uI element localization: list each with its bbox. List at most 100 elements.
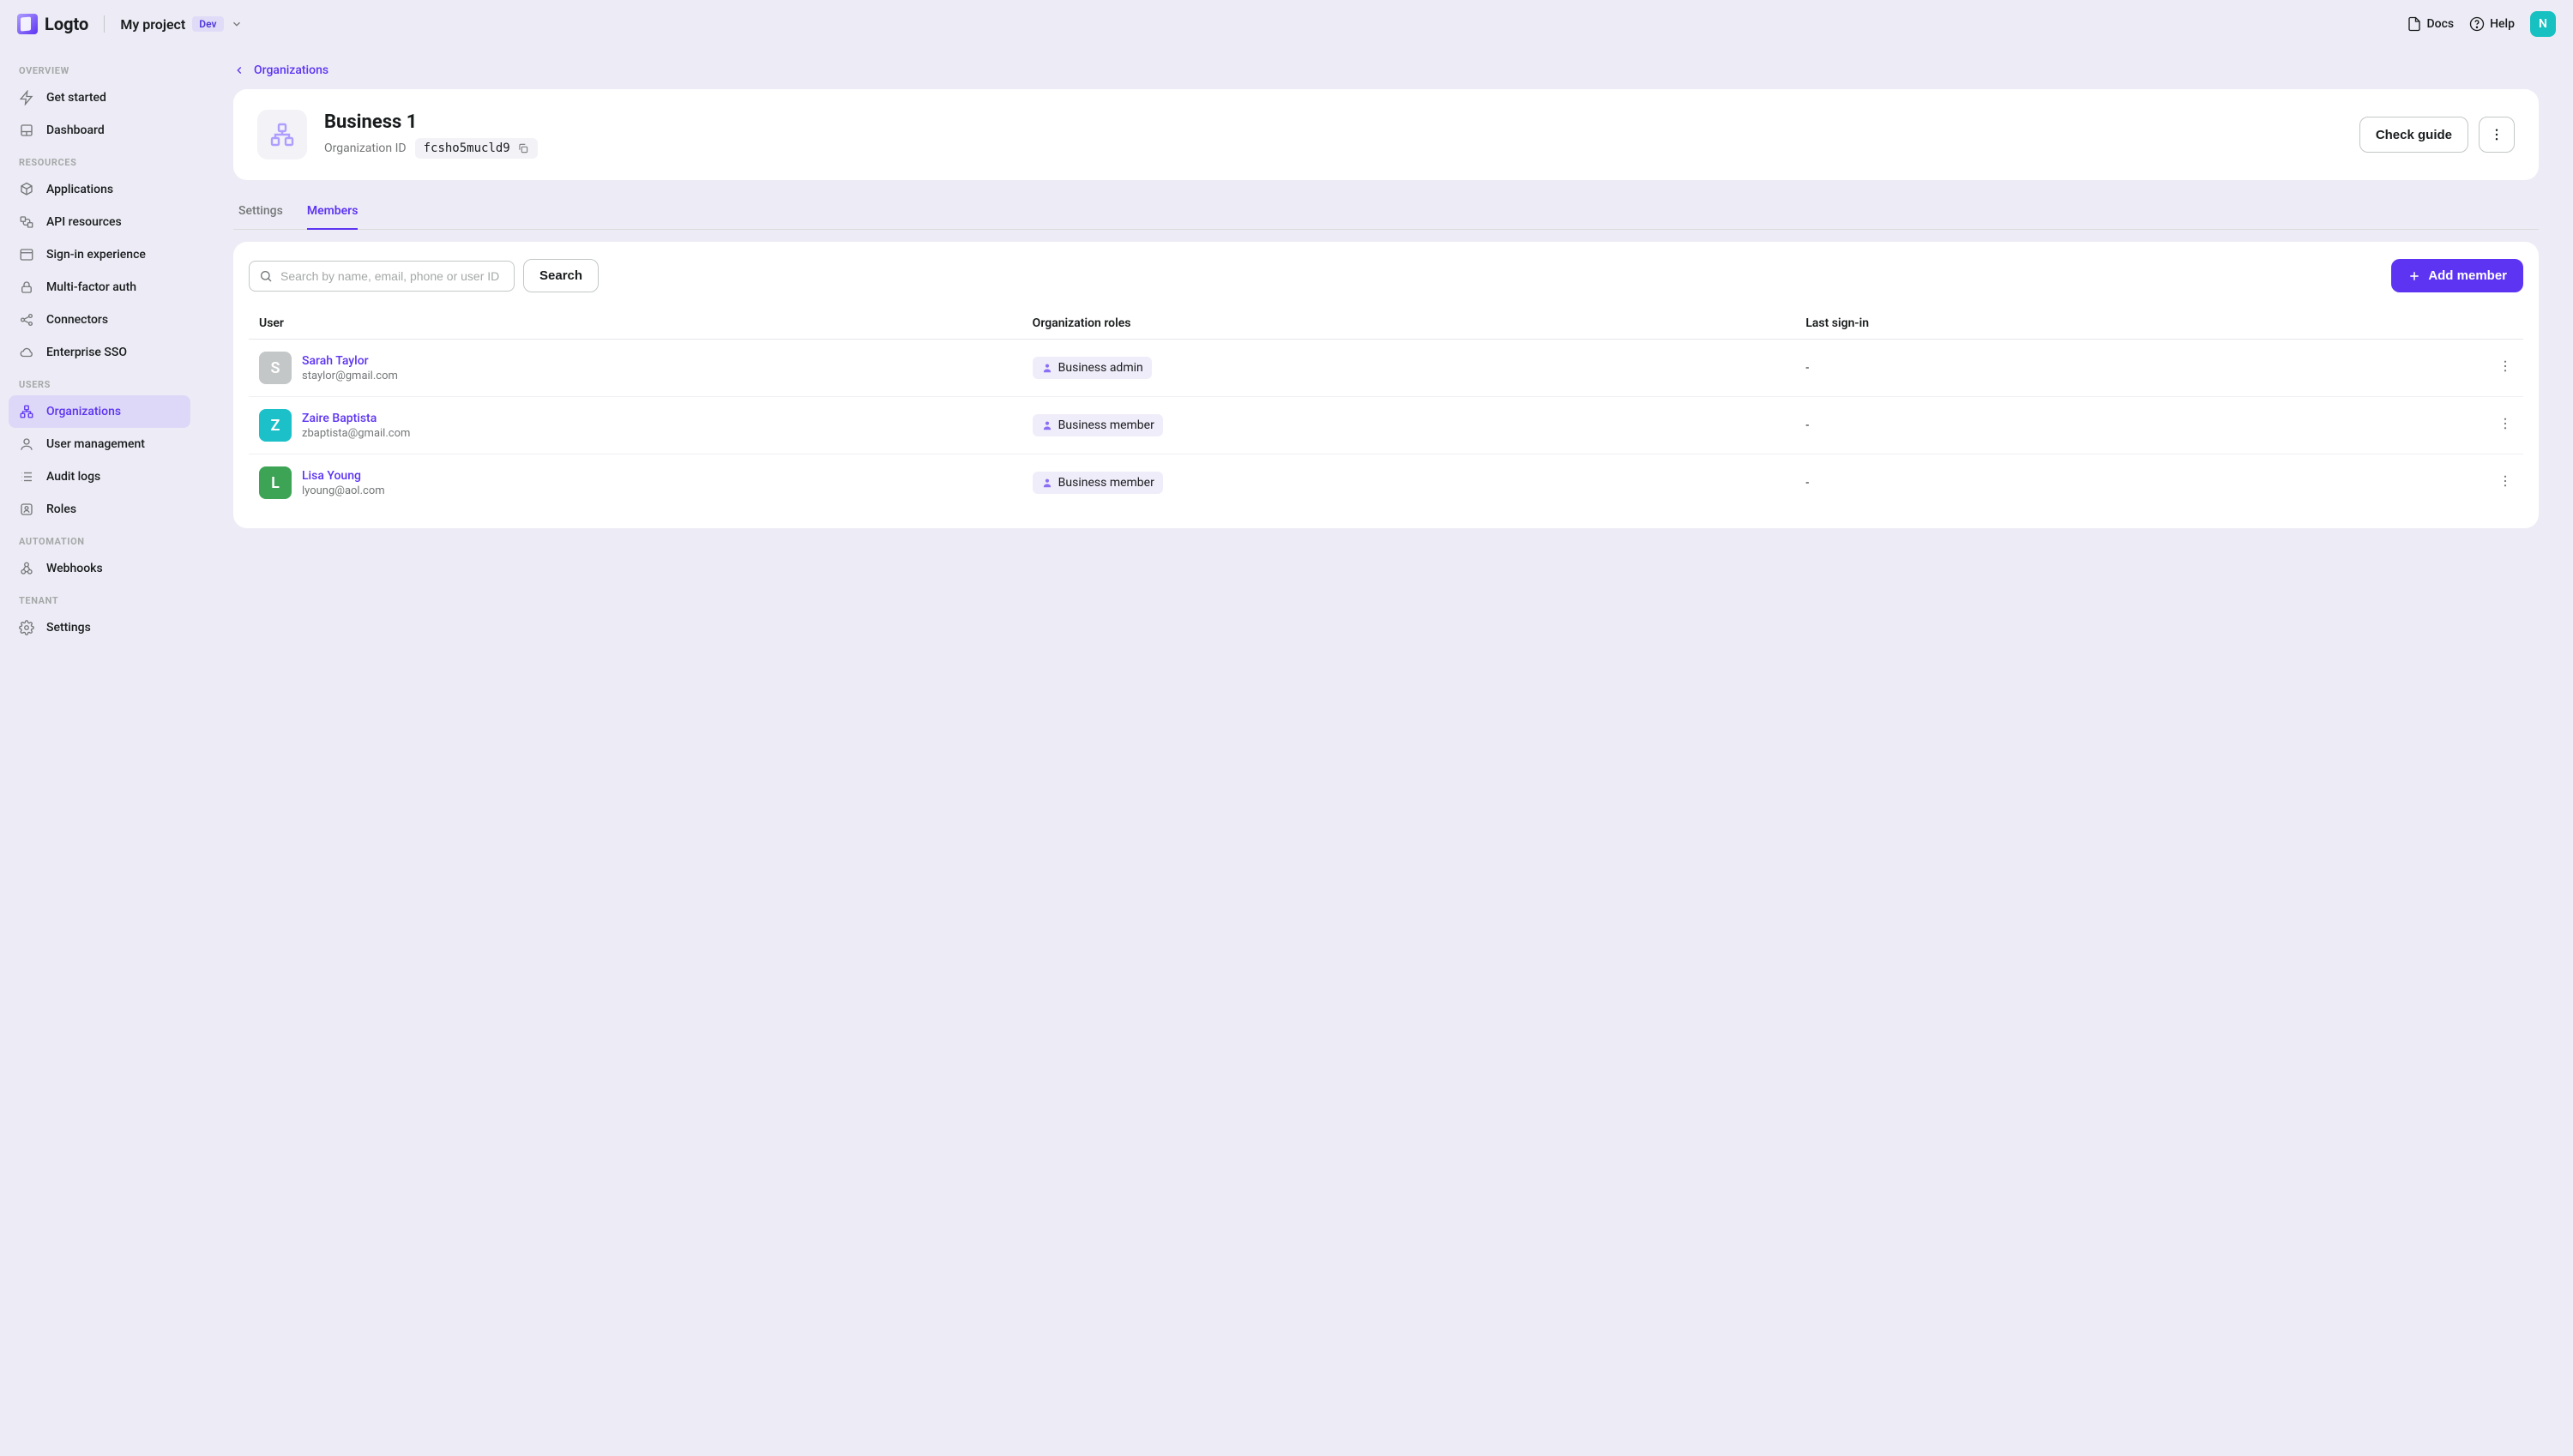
tab-settings[interactable]: Settings xyxy=(238,196,283,230)
logo[interactable]: Logto xyxy=(17,14,88,34)
breadcrumb-back[interactable]: Organizations xyxy=(233,58,2539,89)
window-icon xyxy=(19,247,34,262)
hook-icon xyxy=(19,561,34,576)
dashboard-icon xyxy=(19,123,34,138)
user-avatar[interactable]: N xyxy=(2530,11,2556,37)
sidebar-item-label: Connectors xyxy=(46,313,108,327)
search-button[interactable]: Search xyxy=(523,259,599,292)
project-name: My project xyxy=(120,16,185,33)
sidebar-item-webhooks[interactable]: Webhooks xyxy=(9,552,190,585)
content: Organizations Business 1 Organization ID… xyxy=(199,48,2573,1456)
sidebar-item-connectors[interactable]: Connectors xyxy=(9,304,190,336)
add-member-label: Add member xyxy=(2428,268,2507,283)
table-row: ZZaire Baptistazbaptista@gmail.comBusine… xyxy=(249,397,2523,454)
lock-icon xyxy=(19,280,34,295)
member-last-signin: - xyxy=(1795,340,2341,397)
org-more-button[interactable] xyxy=(2479,117,2515,153)
org-id-value: fcsho5mucld9 xyxy=(424,141,510,155)
sidebar-item-label: Audit logs xyxy=(46,470,100,484)
tab-members[interactable]: Members xyxy=(307,196,359,230)
nav-section-label: RESOURCES xyxy=(9,147,190,173)
sidebar-item-label: Organizations xyxy=(46,405,121,418)
help-label: Help xyxy=(2490,17,2515,31)
search-icon xyxy=(259,269,273,283)
member-last-signin: - xyxy=(1795,397,2341,454)
members-search-input[interactable] xyxy=(249,261,515,292)
col-signin-header: Last sign-in xyxy=(1795,308,2341,340)
topbar: Logto My project Dev Docs Help N xyxy=(0,0,2573,48)
members-card: Search Add member User Organization role… xyxy=(233,242,2539,528)
org-id-label: Organization ID xyxy=(324,141,407,155)
sidebar-item-label: Sign-in experience xyxy=(46,248,146,262)
org-avatar xyxy=(257,110,307,159)
member-name-link[interactable]: Lisa Young xyxy=(302,469,385,483)
env-badge: Dev xyxy=(192,16,223,32)
user-icon xyxy=(19,436,34,452)
gear-icon xyxy=(19,620,34,635)
cube-icon xyxy=(19,182,34,197)
member-email: lyoung@aol.com xyxy=(302,484,385,497)
sidebar-item-applications[interactable]: Applications xyxy=(9,173,190,206)
sidebar-item-api-resources[interactable]: API resources xyxy=(9,206,190,238)
nav-section-label: USERS xyxy=(9,369,190,395)
col-roles-header: Organization roles xyxy=(1022,308,1796,340)
sidebar-item-label: Webhooks xyxy=(46,562,103,575)
member-name-link[interactable]: Zaire Baptista xyxy=(302,412,410,425)
sidebar-item-settings[interactable]: Settings xyxy=(9,611,190,644)
copy-icon[interactable] xyxy=(517,142,529,154)
org-title: Business 1 xyxy=(324,111,2342,133)
org-header-card: Business 1 Organization ID fcsho5mucld9 … xyxy=(233,89,2539,180)
sidebar: OVERVIEW Get started DashboardRESOURCES App… xyxy=(0,48,199,1456)
sidebar-item-label: Settings xyxy=(46,621,91,635)
sidebar-item-label: Get started xyxy=(46,91,106,105)
nav-section-label: TENANT xyxy=(9,585,190,611)
org-id-value-pill: fcsho5mucld9 xyxy=(415,138,538,159)
org-icon xyxy=(19,404,34,419)
chevron-left-icon xyxy=(233,64,245,76)
role-badge: Business member xyxy=(1033,414,1163,436)
sidebar-item-label: User management xyxy=(46,437,145,451)
share-icon xyxy=(19,312,34,328)
role-user-icon xyxy=(1041,419,1053,431)
member-email: staylor@gmail.com xyxy=(302,370,398,382)
sidebar-item-get-started[interactable]: Get started xyxy=(9,81,190,114)
more-vertical-icon xyxy=(2498,416,2513,431)
member-avatar: S xyxy=(259,352,292,384)
docs-label: Docs xyxy=(2427,17,2455,31)
row-more-button[interactable] xyxy=(2498,473,2513,489)
sidebar-item-roles[interactable]: Roles xyxy=(9,493,190,526)
org-tabs: Settings Members xyxy=(233,196,2539,230)
list-icon xyxy=(19,469,34,484)
plus-icon xyxy=(2407,269,2421,283)
more-vertical-icon xyxy=(2489,127,2504,142)
member-avatar: L xyxy=(259,466,292,499)
sidebar-item-organizations[interactable]: Organizations xyxy=(9,395,190,428)
row-more-button[interactable] xyxy=(2498,416,2513,431)
sidebar-item-dashboard[interactable]: Dashboard xyxy=(9,114,190,147)
project-picker[interactable]: My project Dev xyxy=(120,16,242,33)
add-member-button[interactable]: Add member xyxy=(2391,259,2523,292)
help-link[interactable]: Help xyxy=(2469,16,2515,32)
sidebar-item-label: Enterprise SSO xyxy=(46,346,127,359)
more-vertical-icon xyxy=(2498,473,2513,489)
member-last-signin: - xyxy=(1795,454,2341,512)
member-name-link[interactable]: Sarah Taylor xyxy=(302,354,398,368)
sidebar-item-label: API resources xyxy=(46,215,122,229)
row-more-button[interactable] xyxy=(2498,358,2513,374)
nav-section-label: OVERVIEW xyxy=(9,55,190,81)
role-label: Business member xyxy=(1058,418,1154,432)
chevron-down-icon xyxy=(231,18,243,30)
table-row: SSarah Taylorstaylor@gmail.comBusiness a… xyxy=(249,340,2523,397)
docs-link[interactable]: Docs xyxy=(2407,16,2455,32)
sidebar-item-audit-logs[interactable]: Audit logs xyxy=(9,460,190,493)
sidebar-item-enterprise-sso[interactable]: Enterprise SSO xyxy=(9,336,190,369)
bolt-icon xyxy=(19,90,34,105)
sidebar-item-sign-in-experience[interactable]: Sign-in experience xyxy=(9,238,190,271)
sidebar-item-label: Multi-factor auth xyxy=(46,280,136,294)
sidebar-item-user-management[interactable]: User management xyxy=(9,428,190,460)
check-guide-button[interactable]: Check guide xyxy=(2359,117,2468,153)
docs-icon xyxy=(2407,16,2422,32)
sidebar-item-label: Applications xyxy=(46,183,113,196)
sidebar-item-multi-factor-auth[interactable]: Multi-factor auth xyxy=(9,271,190,304)
api-icon xyxy=(19,214,34,230)
